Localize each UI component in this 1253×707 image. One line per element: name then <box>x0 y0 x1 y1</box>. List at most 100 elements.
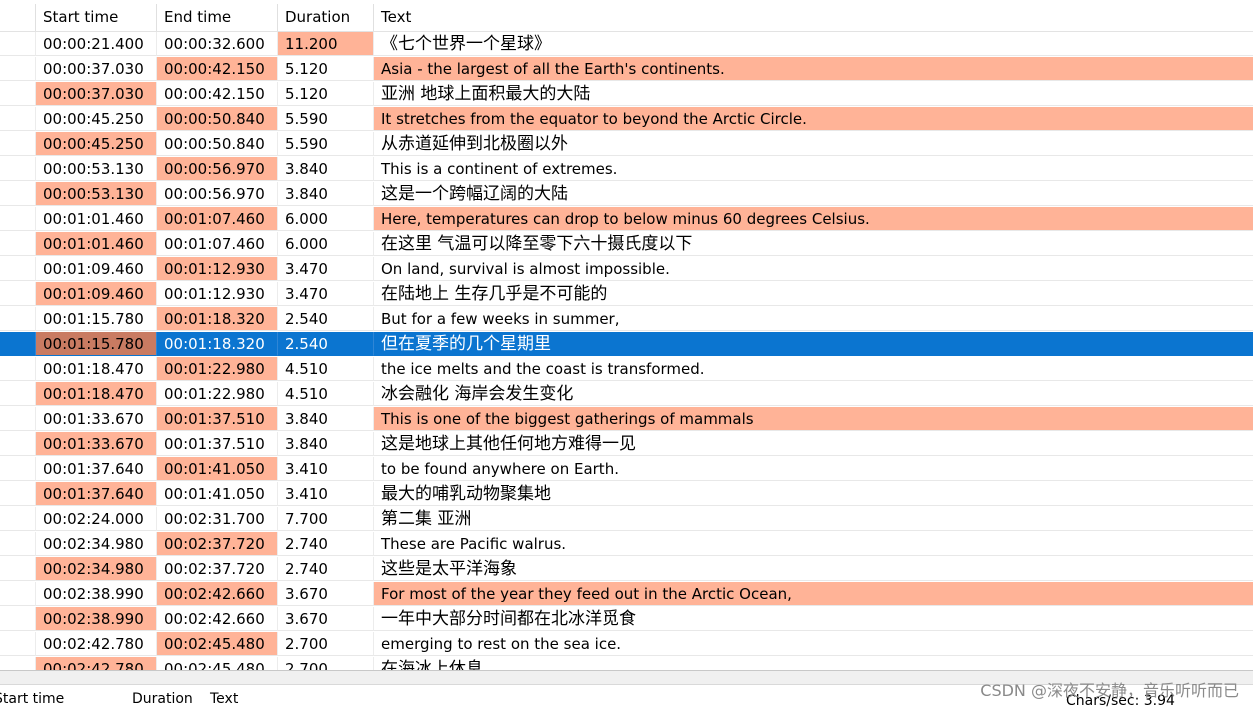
table-row[interactable]: 00:01:33.670 00:01:37.510 3.840 This is one… <box>0 407 1253 432</box>
end-time-cell: 00:02:37.720 <box>157 532 278 556</box>
end-time-cell: 00:01:12.930 <box>157 257 278 281</box>
end-time-cell: 00:00:56.970 <box>157 182 278 206</box>
duration-cell: 3.470 <box>278 257 374 281</box>
table-row[interactable]: 00:01:01.460 00:01:07.460 6.000 Here, tempe… <box>0 207 1253 232</box>
csdn-watermark: CSDN @深夜不安静，音乐听听而已 <box>980 681 1239 700</box>
end-time-column-header[interactable]: End time <box>157 4 278 31</box>
text-column-header[interactable]: Text <box>374 4 1253 31</box>
text-cell: Asia - the largest of all the Earth's co… <box>374 57 1253 81</box>
table-row[interactable]: 00:01:09.460 00:01:12.930 3.470 在陆地上 生存几乎是不… <box>0 282 1253 307</box>
table-row[interactable]: 00:00:21.400 00:00:32.600 11.200 《七个世界一个星球》 <box>0 32 1253 57</box>
text-cell: This is a continent of extremes. <box>374 157 1253 181</box>
duration-cell: 3.410 <box>278 482 374 506</box>
start-time-cell: 00:02:42.780 <box>36 657 157 670</box>
row-number-cell <box>0 407 36 431</box>
text-cell: 这是地球上其他任何地方难得一见 <box>374 432 1253 456</box>
start-time-cell: 00:01:37.640 <box>36 482 157 506</box>
row-number-cell <box>0 232 36 256</box>
duration-cell: 2.700 <box>278 632 374 656</box>
duration-cell: 2.740 <box>278 532 374 556</box>
text-cell: 一年中大部分时间都在北冰洋觅食 <box>374 607 1253 631</box>
duration-cell: 6.000 <box>278 207 374 231</box>
start-time-cell: 00:02:38.990 <box>36 607 157 631</box>
row-number-cell <box>0 107 36 131</box>
subtitle-editor-window: Start time End time Duration Text 00:00:… <box>0 0 1253 707</box>
table-row-selected[interactable]: 00:01:15.780 00:01:18.320 2.540 但在夏季的几个星期里 <box>0 332 1253 357</box>
row-number-header[interactable] <box>0 4 36 31</box>
text-cell: On land, survival is almost impossible. <box>374 257 1253 281</box>
end-time-cell: 00:01:37.510 <box>157 407 278 431</box>
row-number-cell <box>0 382 36 406</box>
duration-cell: 7.700 <box>278 507 374 531</box>
table-row[interactable]: 00:02:34.980 00:02:37.720 2.740 These are P… <box>0 532 1253 557</box>
table-row[interactable]: 00:00:37.030 00:00:42.150 5.120 亚洲 地球上面积最大的… <box>0 82 1253 107</box>
table-row[interactable]: 00:00:45.250 00:00:50.840 5.590 It stretche… <box>0 107 1253 132</box>
text-cell: to be found anywhere on Earth. <box>374 457 1253 481</box>
table-row[interactable]: 00:02:38.990 00:02:42.660 3.670 一年中大部分时间都在北… <box>0 607 1253 632</box>
table-row[interactable]: 00:00:53.130 00:00:56.970 3.840 这是一个跨幅辽阔的大陆 <box>0 182 1253 207</box>
row-number-cell <box>0 57 36 81</box>
end-time-cell: 00:00:32.600 <box>157 32 278 56</box>
table-row[interactable]: 00:00:45.250 00:00:50.840 5.590 从赤道延伸到北极圈以外 <box>0 132 1253 157</box>
table-row[interactable]: 00:02:34.980 00:02:37.720 2.740 这些是太平洋海象 <box>0 557 1253 582</box>
start-time-cell: 00:00:37.030 <box>36 57 157 81</box>
row-number-cell <box>0 457 36 481</box>
duration-cell: 2.700 <box>278 657 374 670</box>
duration-cell: 3.470 <box>278 282 374 306</box>
row-number-cell <box>0 32 36 56</box>
row-number-cell <box>0 357 36 381</box>
text-cell: It stretches from the equator to beyond … <box>374 107 1253 131</box>
end-time-cell: 00:01:07.460 <box>157 207 278 231</box>
table-row[interactable]: 00:01:15.780 00:01:18.320 2.540 But for a f… <box>0 307 1253 332</box>
table-row[interactable]: 00:00:53.130 00:00:56.970 3.840 This is a c… <box>0 157 1253 182</box>
end-time-cell: 00:01:18.320 <box>157 307 278 331</box>
duration-cell: 3.840 <box>278 182 374 206</box>
table-row[interactable]: 00:02:38.990 00:02:42.660 3.670 For most of… <box>0 582 1253 607</box>
row-number-cell <box>0 657 36 670</box>
table-row[interactable]: 00:01:37.640 00:01:41.050 3.410 to be found… <box>0 457 1253 482</box>
text-cell: These are Pacific walrus. <box>374 532 1253 556</box>
row-number-cell <box>0 207 36 231</box>
table-row[interactable]: 00:01:01.460 00:01:07.460 6.000 在这里 气温可以降至零… <box>0 232 1253 257</box>
row-number-cell <box>0 582 36 606</box>
start-time-cell: 00:00:53.130 <box>36 182 157 206</box>
table-row[interactable]: 00:00:37.030 00:00:42.150 5.120 Asia - the … <box>0 57 1253 82</box>
text-cell: This is one of the biggest gatherings of… <box>374 407 1253 431</box>
table-row[interactable]: 00:01:18.470 00:01:22.980 4.510 冰会融化 海岸会发生变… <box>0 382 1253 407</box>
table-row[interactable]: 00:01:33.670 00:01:37.510 3.840 这是地球上其他任何地方… <box>0 432 1253 457</box>
text-cell: 在海冰上休息 <box>374 657 1253 670</box>
end-time-cell: 00:01:07.460 <box>157 232 278 256</box>
table-row[interactable]: 00:02:24.000 00:02:31.700 7.700 第二集 亚洲 <box>0 507 1253 532</box>
duration-cell: 3.670 <box>278 607 374 631</box>
start-time-column-header[interactable]: Start time <box>36 4 157 31</box>
end-time-cell: 00:02:45.480 <box>157 632 278 656</box>
row-number-cell <box>0 257 36 281</box>
end-time-cell: 00:01:12.930 <box>157 282 278 306</box>
duration-cell: 2.740 <box>278 557 374 581</box>
end-time-cell: 00:01:18.320 <box>157 332 278 356</box>
end-time-cell: 00:01:22.980 <box>157 382 278 406</box>
start-time-cell: 00:01:18.470 <box>36 357 157 381</box>
start-time-cell: 00:02:34.980 <box>36 532 157 556</box>
table-row[interactable]: 00:02:42.780 00:02:45.480 2.700 emerging to… <box>0 632 1253 657</box>
edit-duration-label: Duration <box>132 691 193 707</box>
table-row[interactable]: 00:01:37.640 00:01:41.050 3.410 最大的哺乳动物聚集地 <box>0 482 1253 507</box>
duration-cell: 2.540 <box>278 332 374 356</box>
subtitle-list[interactable]: 00:00:21.400 00:00:32.600 11.200 《七个世界一个星球》… <box>0 32 1253 670</box>
row-number-cell <box>0 432 36 456</box>
table-row[interactable]: 00:01:18.470 00:01:22.980 4.510 the ice mel… <box>0 357 1253 382</box>
start-time-cell: 00:00:53.130 <box>36 157 157 181</box>
row-number-cell <box>0 82 36 106</box>
row-number-cell <box>0 307 36 331</box>
start-time-cell: 00:00:37.030 <box>36 82 157 106</box>
table-row[interactable]: 00:01:09.460 00:01:12.930 3.470 On land, su… <box>0 257 1253 282</box>
duration-column-header[interactable]: Duration <box>278 4 374 31</box>
row-number-cell <box>0 632 36 656</box>
row-number-cell <box>0 482 36 506</box>
text-cell: But for a few weeks in summer, <box>374 307 1253 331</box>
text-cell: the ice melts and the coast is transform… <box>374 357 1253 381</box>
end-time-cell: 00:02:37.720 <box>157 557 278 581</box>
table-row[interactable]: 00:02:42.780 00:02:45.480 2.700 在海冰上休息 <box>0 657 1253 670</box>
text-cell: 从赤道延伸到北极圈以外 <box>374 132 1253 156</box>
start-time-cell: 00:01:09.460 <box>36 257 157 281</box>
